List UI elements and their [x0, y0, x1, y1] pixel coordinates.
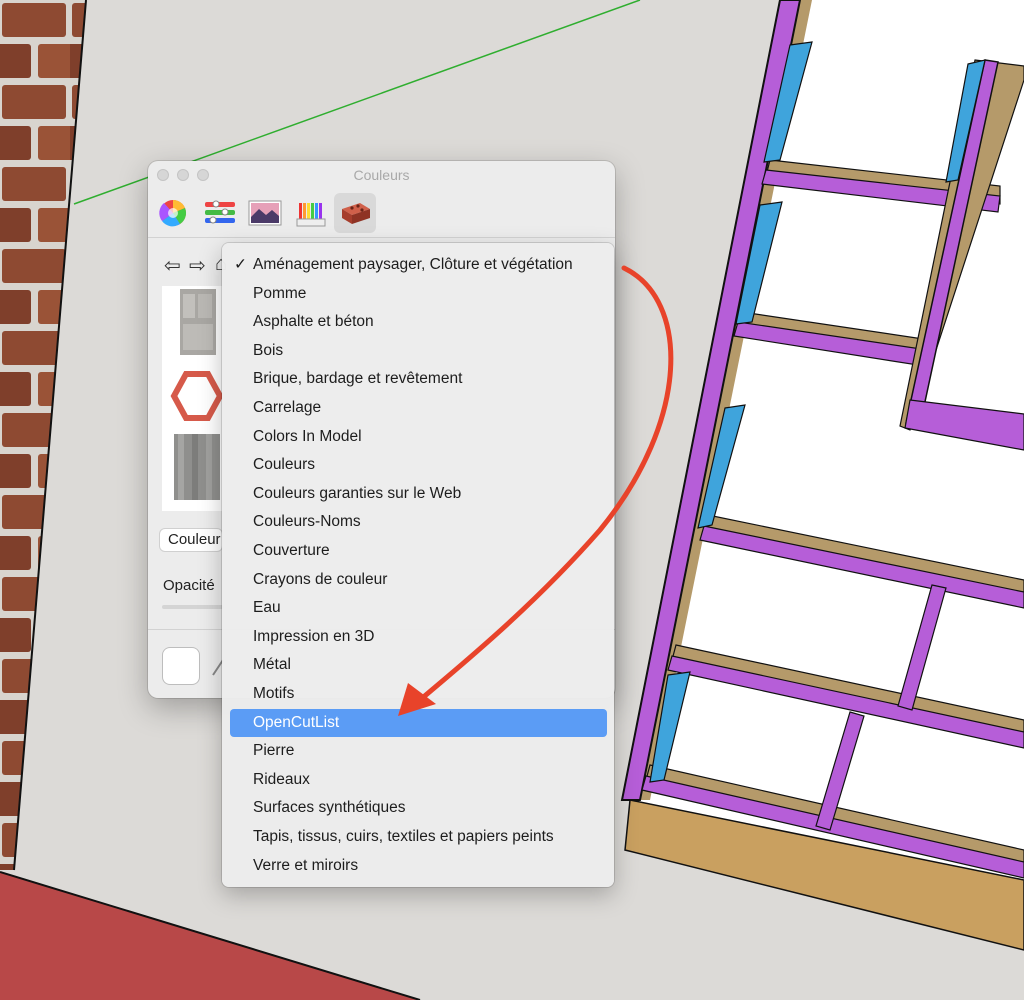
arrow-head [398, 683, 436, 716]
arrow-curve [417, 265, 674, 703]
annotation-arrow [398, 265, 674, 716]
